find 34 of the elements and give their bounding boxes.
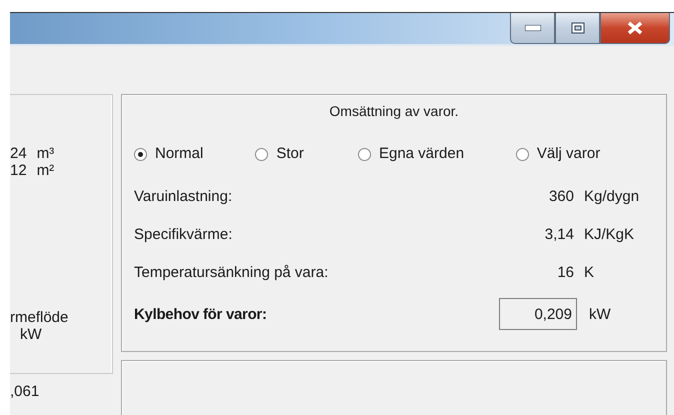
panel-title: Omsättning av varor. [329, 103, 459, 119]
unit-label: KJ/KgK [584, 226, 634, 242]
radio-button[interactable] [516, 148, 529, 161]
unit-label: m² [36, 162, 54, 179]
maximize-icon [570, 22, 584, 34]
result-label: Kylbehov för varor: [134, 306, 268, 322]
quantity-value: 12 [10, 162, 27, 179]
close-icon [627, 21, 643, 35]
radio-label[interactable]: Egna värden [378, 145, 464, 162]
radio-button[interactable] [255, 148, 268, 161]
flow-label: rmeflöde [10, 309, 70, 326]
result-field[interactable]: 0,209 [499, 298, 577, 330]
unit-label: m³ [36, 145, 54, 162]
field-label: Specifikvärme: [134, 226, 234, 242]
radio-button[interactable] [134, 148, 147, 161]
field-value: 16 [556, 264, 574, 280]
radio-button[interactable] [358, 148, 371, 161]
unit-label: Kg/dygn [584, 188, 640, 204]
unit-label: kW [20, 326, 43, 343]
field-label: Temperatursänkning på vara: [134, 264, 330, 280]
radio-label[interactable]: Normal [155, 145, 204, 162]
field-value: 360 [548, 188, 574, 204]
quantity-value: 24 [10, 145, 27, 162]
unit-label: K [584, 264, 594, 280]
radio-label[interactable]: Välj varor [536, 145, 600, 162]
minimize-icon [524, 25, 540, 31]
minimize-button[interactable] [510, 13, 555, 44]
close-button[interactable] [600, 13, 670, 44]
radio-label[interactable]: Stor [276, 145, 304, 162]
flow-value: ,061 [10, 383, 40, 400]
field-value: 3,14 [544, 226, 574, 242]
unit-label: kW [589, 306, 611, 322]
maximize-button[interactable] [555, 13, 600, 44]
field-label: Varuinlastning: [134, 188, 234, 204]
